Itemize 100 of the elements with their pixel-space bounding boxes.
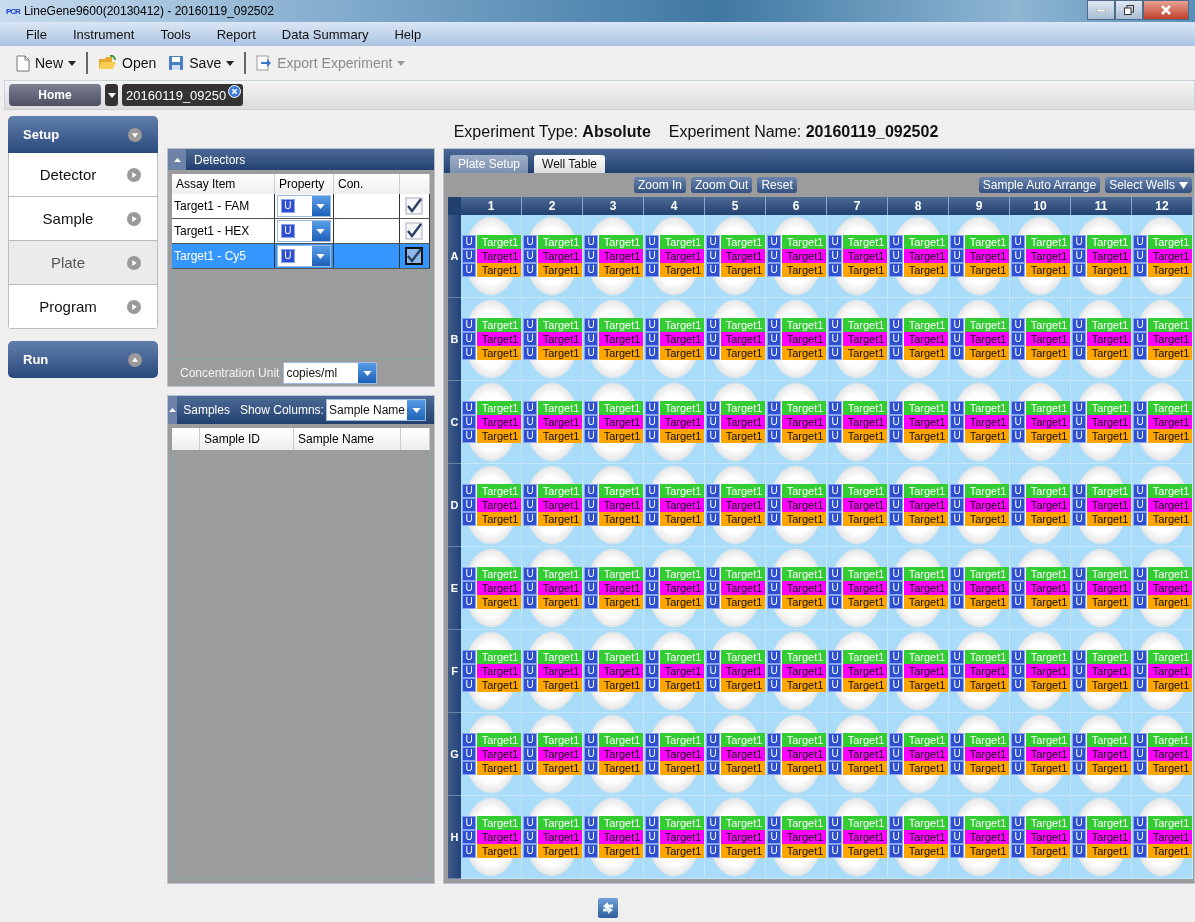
- plate-well[interactable]: U Target1 U Target1 U Target1: [1071, 713, 1132, 796]
- checkbox[interactable]: [405, 247, 424, 265]
- plate-well[interactable]: U Target1 U Target1 U Target1: [1010, 381, 1071, 464]
- plate-well[interactable]: U Target1 U Target1 U Target1: [705, 464, 766, 547]
- close-button[interactable]: [1143, 0, 1189, 20]
- plate-well[interactable]: U Target1 U Target1 U Target1: [522, 796, 583, 879]
- plate-well[interactable]: U Target1 U Target1 U Target1: [1071, 630, 1132, 713]
- plate-well[interactable]: U Target1 U Target1 U Target1: [766, 796, 827, 879]
- plate-well[interactable]: U Target1 U Target1 U Target1: [1132, 464, 1193, 547]
- plate-well[interactable]: U Target1 U Target1 U Target1: [583, 215, 644, 298]
- plate-well[interactable]: U Target1 U Target1 U Target1: [766, 464, 827, 547]
- plate-well[interactable]: U Target1 U Target1 U Target1: [1132, 713, 1193, 796]
- plate-well[interactable]: U Target1 U Target1 U Target1: [1132, 381, 1193, 464]
- plate-well[interactable]: U Target1 U Target1 U Target1: [827, 381, 888, 464]
- plate-well[interactable]: U Target1 U Target1 U Target1: [888, 464, 949, 547]
- plate-well[interactable]: U Target1 U Target1 U Target1: [644, 547, 705, 630]
- menu-item[interactable]: Help: [386, 26, 440, 42]
- plate-well[interactable]: U Target1 U Target1 U Target1: [644, 215, 705, 298]
- plate-well[interactable]: U Target1 U Target1 U Target1: [766, 215, 827, 298]
- plate-well[interactable]: U Target1 U Target1 U Target1: [949, 298, 1010, 381]
- plate-well[interactable]: U Target1 U Target1 U Target1: [949, 464, 1010, 547]
- toolbar-button[interactable]: Save: [164, 53, 239, 73]
- toolbar-button[interactable]: Select Wells: [1105, 177, 1192, 193]
- plate-well[interactable]: U Target1 U Target1 U Target1: [705, 796, 766, 879]
- close-icon[interactable]: [228, 85, 242, 98]
- plate-well[interactable]: U Target1 U Target1 U Target1: [705, 547, 766, 630]
- nav-item[interactable]: Plate: [9, 241, 157, 285]
- checkbox[interactable]: [405, 222, 424, 240]
- menu-item[interactable]: File: [18, 26, 65, 42]
- property-dropdown[interactable]: U: [277, 220, 331, 242]
- menu-item[interactable]: Data Summary: [273, 26, 387, 42]
- plate-well[interactable]: U Target1 U Target1 U Target1: [1132, 630, 1193, 713]
- plate-well[interactable]: U Target1 U Target1 U Target1: [461, 547, 522, 630]
- plate-well[interactable]: U Target1 U Target1 U Target1: [1010, 713, 1071, 796]
- plate-well[interactable]: U Target1 U Target1 U Target1: [1071, 547, 1132, 630]
- plate-well[interactable]: U Target1 U Target1 U Target1: [766, 713, 827, 796]
- plate-well[interactable]: U Target1 U Target1 U Target1: [522, 713, 583, 796]
- plate-well[interactable]: U Target1 U Target1 U Target1: [949, 796, 1010, 879]
- plate-well[interactable]: U Target1 U Target1 U Target1: [888, 796, 949, 879]
- plate-well[interactable]: U Target1 U Target1 U Target1: [461, 713, 522, 796]
- plate-well[interactable]: U Target1 U Target1 U Target1: [827, 630, 888, 713]
- plate-well[interactable]: U Target1 U Target1 U Target1: [1010, 298, 1071, 381]
- nav-section-header[interactable]: Setup: [8, 116, 158, 153]
- plate-well[interactable]: U Target1 U Target1 U Target1: [522, 630, 583, 713]
- toolbar-button[interactable]: Open: [94, 53, 161, 73]
- plate-well[interactable]: U Target1 U Target1 U Target1: [522, 381, 583, 464]
- plate-well[interactable]: U Target1 U Target1 U Target1: [583, 298, 644, 381]
- plate-well[interactable]: U Target1 U Target1 U Target1: [705, 713, 766, 796]
- toolbar-button[interactable]: Sample Auto Arrange: [978, 177, 1101, 193]
- toolbar-button[interactable]: Zoom In: [634, 177, 686, 193]
- plate-well[interactable]: U Target1 U Target1 U Target1: [583, 630, 644, 713]
- plate-well[interactable]: U Target1 U Target1 U Target1: [1010, 215, 1071, 298]
- plate-well[interactable]: U Target1 U Target1 U Target1: [461, 630, 522, 713]
- plate-well[interactable]: U Target1 U Target1 U Target1: [522, 215, 583, 298]
- plate-well[interactable]: U Target1 U Target1 U Target1: [1071, 464, 1132, 547]
- plate-well[interactable]: U Target1 U Target1 U Target1: [1071, 796, 1132, 879]
- plate-well[interactable]: U Target1 U Target1 U Target1: [888, 547, 949, 630]
- plate-well[interactable]: U Target1 U Target1 U Target1: [522, 464, 583, 547]
- plate-well[interactable]: U Target1 U Target1 U Target1: [1132, 215, 1193, 298]
- plate-well[interactable]: U Target1 U Target1 U Target1: [827, 713, 888, 796]
- plate-well[interactable]: U Target1 U Target1 U Target1: [949, 381, 1010, 464]
- plate-well[interactable]: U Target1 U Target1 U Target1: [1071, 381, 1132, 464]
- collapse-icon[interactable]: [168, 149, 186, 170]
- plate-well[interactable]: U Target1 U Target1 U Target1: [1071, 215, 1132, 298]
- toolbar-button[interactable]: New: [12, 52, 80, 74]
- plate-well[interactable]: U Target1 U Target1 U Target1: [888, 630, 949, 713]
- plate-well[interactable]: U Target1 U Target1 U Target1: [705, 381, 766, 464]
- unit-dropdown[interactable]: copies/ml: [283, 362, 378, 384]
- plate-well[interactable]: U Target1 U Target1 U Target1: [1132, 796, 1193, 879]
- restore-button[interactable]: [1115, 0, 1143, 20]
- plate-well[interactable]: U Target1 U Target1 U Target1: [888, 381, 949, 464]
- tab-menu-button[interactable]: [105, 84, 118, 106]
- plate-well[interactable]: U Target1 U Target1 U Target1: [1132, 547, 1193, 630]
- plate-well[interactable]: U Target1 U Target1 U Target1: [766, 547, 827, 630]
- plate-well[interactable]: U Target1 U Target1 U Target1: [522, 547, 583, 630]
- plate-well[interactable]: U Target1 U Target1 U Target1: [1132, 298, 1193, 381]
- plate-well[interactable]: U Target1 U Target1 U Target1: [705, 215, 766, 298]
- plate-well[interactable]: U Target1 U Target1 U Target1: [949, 630, 1010, 713]
- plate-well[interactable]: U Target1 U Target1 U Target1: [644, 381, 705, 464]
- plate-well[interactable]: U Target1 U Target1 U Target1: [644, 298, 705, 381]
- plate-well[interactable]: U Target1 U Target1 U Target1: [888, 215, 949, 298]
- plate-well[interactable]: U Target1 U Target1 U Target1: [461, 796, 522, 879]
- plate-well[interactable]: U Target1 U Target1 U Target1: [827, 796, 888, 879]
- plate-well[interactable]: U Target1 U Target1 U Target1: [522, 298, 583, 381]
- minimize-button[interactable]: [1087, 0, 1115, 20]
- plate-well[interactable]: U Target1 U Target1 U Target1: [644, 630, 705, 713]
- plate-well[interactable]: U Target1 U Target1 U Target1: [827, 298, 888, 381]
- menu-item[interactable]: Instrument: [64, 26, 153, 42]
- plate-well[interactable]: U Target1 U Target1 U Target1: [1010, 630, 1071, 713]
- toolbar-button[interactable]: Zoom Out: [691, 177, 753, 193]
- plate-well[interactable]: U Target1 U Target1 U Target1: [766, 630, 827, 713]
- plate-well[interactable]: U Target1 U Target1 U Target1: [1010, 464, 1071, 547]
- checkbox[interactable]: [405, 197, 424, 215]
- plate-well[interactable]: U Target1 U Target1 U Target1: [461, 215, 522, 298]
- plate-well[interactable]: U Target1 U Target1 U Target1: [949, 215, 1010, 298]
- plate-well[interactable]: U Target1 U Target1 U Target1: [888, 713, 949, 796]
- tab[interactable]: Well Table: [534, 155, 605, 173]
- plate-well[interactable]: U Target1 U Target1 U Target1: [583, 547, 644, 630]
- plate-well[interactable]: U Target1 U Target1 U Target1: [949, 547, 1010, 630]
- plate-well[interactable]: U Target1 U Target1 U Target1: [949, 713, 1010, 796]
